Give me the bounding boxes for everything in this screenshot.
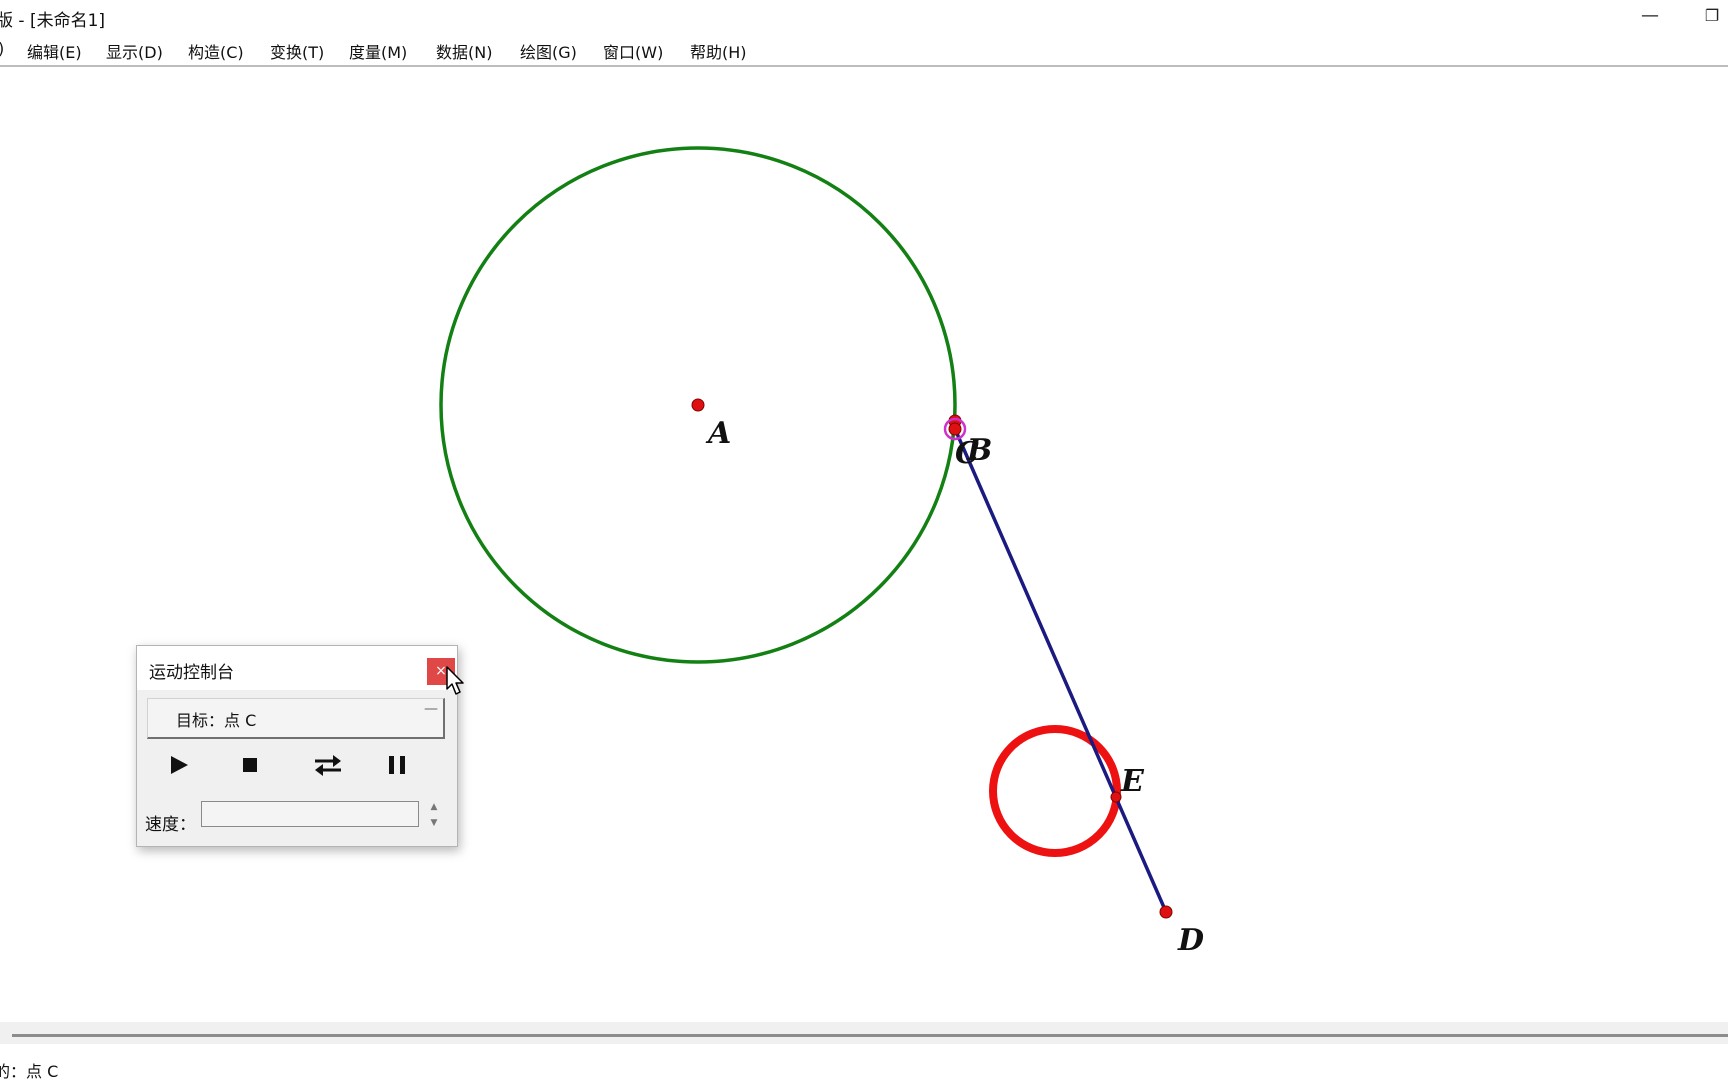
- title-bar: 版 - [未命名1] — ❐: [0, 0, 1728, 34]
- menu-transform[interactable]: 变换(T): [270, 39, 324, 63]
- label-e[interactable]: E: [1120, 764, 1145, 799]
- dropdown-icon[interactable]: —: [424, 701, 438, 717]
- menu-display[interactable]: 显示(D): [106, 39, 163, 63]
- restore-button[interactable]: ❐: [1700, 2, 1724, 30]
- reverse-icon: [315, 755, 341, 776]
- speed-label: 速度：: [145, 815, 196, 835]
- horizontal-scroll-area: [0, 1022, 1728, 1044]
- menu-edit[interactable]: 编辑(E): [27, 39, 82, 63]
- status-text: 的：点 C: [0, 1062, 59, 1081]
- label-a[interactable]: A: [705, 416, 731, 451]
- menu-graph[interactable]: 绘图(G): [520, 39, 577, 63]
- target-label: 目标：点 C: [176, 711, 257, 730]
- sketch-canvas[interactable]: A C B E D: [0, 67, 1728, 1022]
- motion-controller-panel: 运动控制台 × 目标：点 C — 速度： ▲ ▼: [136, 645, 458, 847]
- label-d[interactable]: D: [1177, 923, 1204, 958]
- speed-input[interactable]: [201, 801, 419, 827]
- menu-construct[interactable]: 构造(C): [188, 39, 244, 63]
- menu-measure[interactable]: 度量(M): [349, 39, 407, 63]
- menu-window[interactable]: 窗口(W): [603, 39, 663, 63]
- status-bar: 的：点 C: [0, 1046, 1728, 1081]
- motion-controller-title: 运动控制台: [149, 663, 234, 683]
- menu-file-fragment[interactable]: ): [0, 39, 4, 58]
- motion-controller-titlebar[interactable]: 运动控制台 ×: [137, 646, 457, 690]
- stop-button[interactable]: [230, 748, 270, 782]
- reverse-button[interactable]: [308, 748, 348, 782]
- play-icon: [171, 756, 188, 774]
- menu-data[interactable]: 数据(N): [436, 39, 492, 63]
- mouse-cursor-icon: [446, 666, 464, 695]
- menu-bar: ) 编辑(E) 显示(D) 构造(C) 变换(T) 度量(M) 数据(N) 绘图…: [0, 35, 1728, 67]
- stop-icon: [243, 758, 257, 772]
- menu-help[interactable]: 帮助(H): [690, 39, 747, 63]
- pause-button[interactable]: [377, 748, 417, 782]
- minimize-button[interactable]: —: [1638, 2, 1662, 30]
- point-a[interactable]: [691, 398, 705, 412]
- point-d[interactable]: [1159, 905, 1173, 919]
- horizontal-scrollbar[interactable]: [12, 1034, 1728, 1037]
- target-selector[interactable]: 目标：点 C —: [147, 698, 445, 739]
- circle-e[interactable]: [989, 725, 1121, 857]
- play-button[interactable]: [159, 748, 199, 782]
- spin-up-icon[interactable]: ▲: [424, 799, 444, 815]
- point-c[interactable]: [948, 422, 962, 436]
- label-b[interactable]: B: [966, 433, 992, 468]
- point-e[interactable]: [1110, 791, 1122, 803]
- spin-down-icon[interactable]: ▼: [424, 815, 444, 831]
- window-title: 版 - [未命名1]: [0, 11, 106, 31]
- pause-icon: [389, 756, 405, 774]
- segment-cd[interactable]: [953, 428, 1168, 913]
